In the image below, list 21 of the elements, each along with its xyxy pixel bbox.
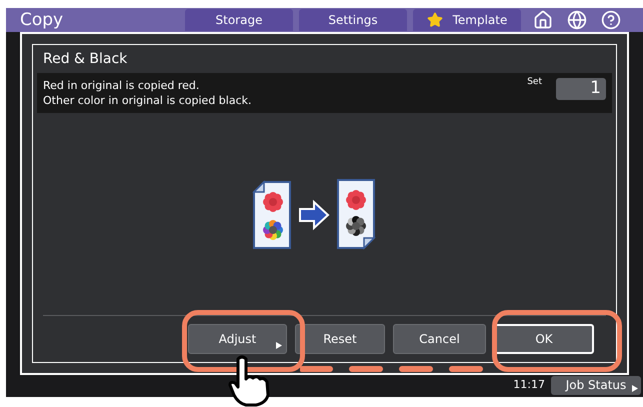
copy-count-field[interactable]: 1 (556, 78, 606, 100)
globe-icon[interactable] (567, 10, 587, 30)
dialog-title: Red & Black (42, 50, 128, 68)
message-text: Red in original is copied red. (43, 78, 200, 93)
dialog-button[interactable]: Adjust (188, 324, 287, 354)
tab-button[interactable]: Settings (299, 9, 407, 31)
tab-button[interactable]: Template (413, 9, 521, 31)
set-label: Set (527, 78, 542, 87)
screen-title: Copy (20, 12, 64, 28)
help-icon[interactable] (601, 10, 621, 30)
dialog-button[interactable]: OK (494, 324, 594, 354)
clock-time: 11:17 (513, 376, 545, 393)
triangle-icon (632, 384, 638, 392)
tab-button[interactable]: Storage (185, 9, 293, 31)
message-text: Other color in original is copied black. (43, 93, 252, 108)
dialog-button[interactable]: Reset (295, 324, 385, 354)
dialog-button[interactable]: Cancel (393, 324, 486, 354)
job-status-button[interactable]: Job Status (551, 376, 641, 394)
home-icon[interactable] (533, 10, 553, 30)
triangle-icon (276, 342, 282, 349)
star-icon (426, 12, 443, 28)
